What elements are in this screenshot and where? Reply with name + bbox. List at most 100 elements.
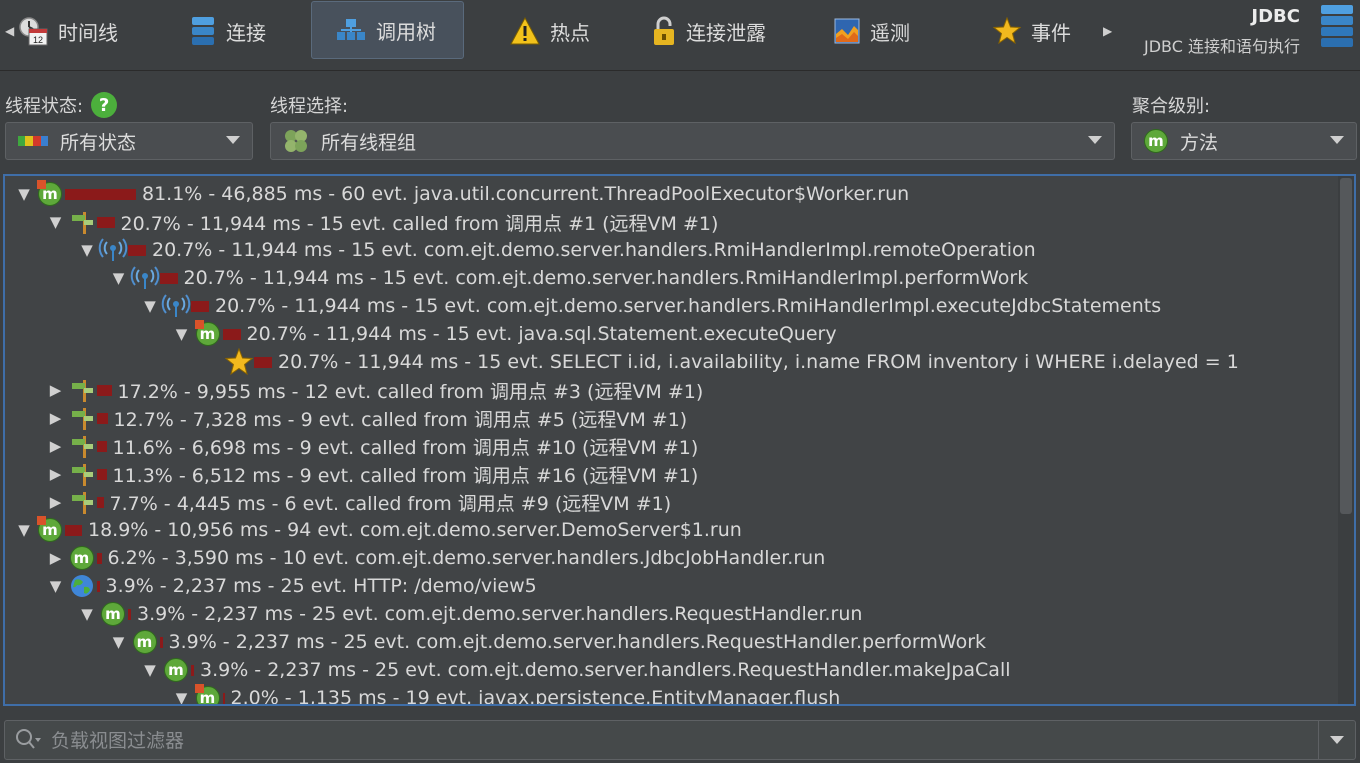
tree-row[interactable]: ▼ 20.7% - 11,944 ms - 15 evt. called from… — [45, 208, 719, 236]
thread-select-combo[interactable]: 所有线程组 — [270, 122, 1115, 160]
tree-row-label: 3.9% - 2,237 ms - 25 evt. com.ejt.demo.s… — [137, 603, 863, 625]
expand-toggle-icon[interactable]: ▼ — [45, 577, 67, 595]
method-icon: m — [130, 628, 160, 656]
collapse-toggle-icon[interactable]: ▶ — [45, 549, 67, 567]
signpost-icon — [67, 404, 97, 432]
calendar-day: 12 — [33, 35, 43, 45]
aggregation-label: 聚合级别: — [1132, 96, 1211, 117]
expand-toggle-icon[interactable]: ▼ — [171, 325, 193, 343]
tree-row-label: 17.2% - 9,955 ms - 12 evt. called from 调… — [117, 380, 704, 403]
thread-select-value: 所有线程组 — [321, 131, 417, 154]
method-icon: m — [98, 600, 128, 628]
scroll-right-icon[interactable]: ▶ — [1103, 24, 1112, 38]
tab-call-tree[interactable]: 调用树 — [311, 1, 464, 59]
thread-status-combo[interactable]: 所有状态 — [5, 122, 253, 160]
tab-connections[interactable]: 连接 — [190, 0, 266, 62]
method-icon: m — [1144, 129, 1168, 153]
tree-row[interactable]: ▶ 7.7% - 4,445 ms - 6 evt. called from 调用… — [45, 488, 671, 516]
tab-telemetry[interactable]: 遥测 — [834, 0, 910, 62]
hotspots-icon — [510, 17, 540, 45]
collapse-toggle-icon[interactable]: ▶ — [45, 493, 67, 511]
tree-row[interactable]: ▼ m 2.0% - 1,135 ms - 19 evt. javax.persis… — [171, 684, 840, 704]
scrollbar-thumb[interactable] — [1340, 178, 1352, 514]
tab-hotspots[interactable]: 热点 — [510, 0, 590, 62]
thread-status-icon — [18, 136, 48, 146]
expand-toggle-icon[interactable]: ▼ — [45, 213, 67, 231]
percentage-bar — [96, 216, 115, 228]
events-icon — [993, 17, 1021, 45]
tab-label: 遥测 — [870, 20, 910, 45]
aggregation-value: 方法 — [1180, 131, 1219, 154]
thread-status-value: 所有状态 — [60, 131, 137, 154]
scroll-left-icon[interactable]: ◀ — [5, 24, 14, 38]
tab-timeline[interactable]: 12 时间线 — [18, 0, 118, 62]
call-tree-icon — [337, 19, 365, 40]
tree-row-label: 20.7% - 11,944 ms - 15 evt. com.ejt.demo… — [183, 267, 1029, 289]
search-icon[interactable] — [15, 728, 43, 752]
tree-row-label: 20.7% - 11,944 ms - 15 evt. java.sql.Sta… — [246, 323, 837, 345]
expand-toggle-icon[interactable]: ▼ — [76, 241, 98, 259]
vertical-scrollbar[interactable] — [1338, 176, 1354, 704]
tree-row-label: 20.7% - 11,944 ms - 15 evt. SELECT i.id,… — [278, 351, 1239, 373]
tab-connection-leaks[interactable]: 连接泄露 — [652, 0, 766, 62]
collapse-toggle-icon[interactable]: ▶ — [45, 409, 67, 427]
expand-toggle-icon[interactable]: ▼ — [139, 297, 161, 315]
thread-method-icon: m — [35, 180, 65, 208]
tree-row[interactable]: ▶ 12.7% - 7,328 ms - 9 evt. called from 调… — [45, 404, 688, 432]
collapse-toggle-icon[interactable]: ▶ — [45, 437, 67, 455]
tree-row-label: 20.7% - 11,944 ms - 15 evt. called from … — [120, 212, 719, 235]
tree-row[interactable]: ▼ 20.7% - 11,944 ms - 15 evt. com.ejt.dem… — [76, 236, 1036, 264]
tree-row[interactable]: ▼ 3.9% - 2,237 ms - 25 evt. HTTP: /demo/v… — [45, 572, 537, 600]
tree-row[interactable]: ▼ m 81.1% - 46,885 ms - 60 evt. java.util.… — [13, 180, 909, 208]
percentage-bar — [128, 608, 131, 620]
tab-label: 时间线 — [58, 20, 118, 45]
view-filter-input[interactable] — [49, 727, 1253, 755]
expand-toggle-icon[interactable]: ▼ — [171, 689, 193, 704]
tree-row[interactable]: ▼ m 18.9% - 10,956 ms - 94 evt. com.ejt.de… — [13, 516, 742, 544]
expand-toggle-icon[interactable]: ▼ — [76, 605, 98, 623]
percentage-bar — [191, 664, 194, 676]
tree-row[interactable]: ▼ 20.7% - 11,944 ms - 15 evt. com.ejt.dem… — [139, 292, 1161, 320]
view-title-subtitle: JDBC 连接和语句执行 — [1144, 37, 1300, 56]
tree-row[interactable]: 20.7% - 11,944 ms - 15 evt. SELECT i.id,… — [202, 348, 1239, 376]
tree-row[interactable]: ▼ m 3.9% - 2,237 ms - 25 evt. com.ejt.demo… — [76, 600, 862, 628]
thread-method-icon: m — [193, 320, 223, 348]
percentage-bar — [128, 244, 146, 256]
filter-options-button[interactable] — [1318, 721, 1355, 759]
tree-row[interactable]: ▶ 11.3% - 6,512 ms - 9 evt. called from 调… — [45, 460, 698, 488]
expand-toggle-icon[interactable]: ▼ — [108, 633, 130, 651]
tree-row[interactable]: ▼ m 3.9% - 2,237 ms - 25 evt. com.ejt.demo… — [139, 656, 1011, 684]
tree-row-label: 3.9% - 2,237 ms - 25 evt. HTTP: /demo/vi… — [105, 575, 537, 597]
rmi-icon — [98, 236, 128, 264]
toolbar: ◀ 12 时间线 连接 调用树 热点 连接泄露 遥测 事件 ▶ JDBC JDB… — [0, 0, 1360, 71]
tab-label: 热点 — [550, 20, 590, 45]
expand-toggle-icon[interactable]: ▼ — [13, 521, 35, 539]
tab-events[interactable]: 事件 — [993, 0, 1071, 62]
tree-row[interactable]: ▶ 11.6% - 6,698 ms - 9 evt. called from 调… — [45, 432, 698, 460]
tree-row-label: 12.7% - 7,328 ms - 9 evt. called from 调用… — [113, 408, 688, 431]
chevron-down-icon — [1088, 136, 1102, 144]
expand-toggle-icon[interactable]: ▼ — [13, 185, 35, 203]
tab-label: 连接泄露 — [686, 20, 766, 45]
chevron-down-icon — [1330, 736, 1344, 744]
tree-row[interactable]: ▶ 17.2% - 9,955 ms - 12 evt. called from … — [45, 376, 704, 404]
signpost-icon — [67, 432, 97, 460]
tree-row[interactable]: ▶ m 6.2% - 3,590 ms - 10 evt. com.ejt.demo… — [45, 544, 825, 572]
expand-toggle-icon[interactable]: ▼ — [108, 269, 130, 287]
tree-row-label: 3.9% - 2,237 ms - 25 evt. com.ejt.demo.s… — [200, 659, 1011, 681]
tree-row[interactable]: ▼ m 3.9% - 2,237 ms - 25 evt. com.ejt.demo… — [108, 628, 986, 656]
call-tree-panel[interactable]: ▼ m 81.1% - 46,885 ms - 60 evt. java.util.… — [3, 174, 1356, 706]
collapse-toggle-icon[interactable]: ▶ — [45, 465, 67, 483]
tree-row[interactable]: ▼ m 20.7% - 11,944 ms - 15 evt. java.sql.S… — [171, 320, 837, 348]
percentage-bar — [222, 328, 241, 340]
thread-status-label-group: 线程状态: ? — [5, 92, 118, 118]
thread-status-label: 线程状态: — [5, 96, 84, 117]
percentage-bar — [159, 636, 163, 648]
percentage-bar — [96, 580, 100, 592]
expand-toggle-icon[interactable]: ▼ — [139, 661, 161, 679]
tree-row[interactable]: ▼ 20.7% - 11,944 ms - 15 evt. com.ejt.dem… — [108, 264, 1029, 292]
collapse-toggle-icon[interactable]: ▶ — [45, 381, 67, 399]
help-icon[interactable]: ? — [91, 92, 118, 118]
tree-row-label: 20.7% - 11,944 ms - 15 evt. com.ejt.demo… — [215, 295, 1162, 317]
aggregation-combo[interactable]: m 方法 — [1131, 122, 1357, 160]
